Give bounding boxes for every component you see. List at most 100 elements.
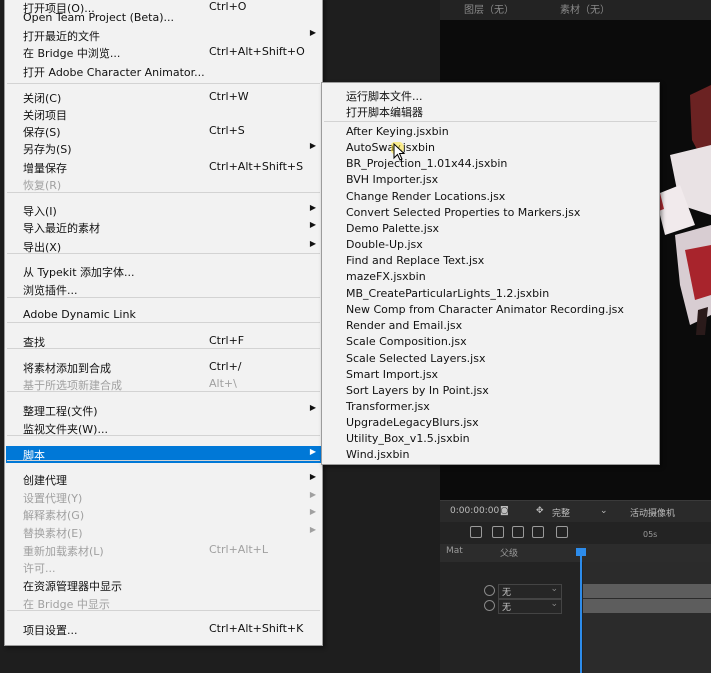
layer-duration-bar[interactable] bbox=[583, 599, 711, 613]
menu-item-导入-i[interactable]: 导入(I) ▶ bbox=[6, 202, 321, 219]
chevron-down-icon[interactable]: ⌄ bbox=[600, 506, 608, 516]
menu-item-label: Adobe Dynamic Link bbox=[23, 308, 136, 321]
script-item-after-keying-jsxbin[interactable]: After Keying.jsxbin bbox=[323, 124, 658, 140]
menu-item-重新加载素材-l[interactable]: 重新加载素材(L) Ctrl+Alt+L bbox=[6, 542, 321, 559]
menu-item-项目设置[interactable]: 项目设置... Ctrl+Alt+Shift+K bbox=[6, 621, 321, 638]
script-item-运行脚本文件[interactable]: 运行脚本文件... bbox=[323, 87, 658, 103]
menu-item-整理工程-文件[interactable]: 整理工程(文件) ▶ bbox=[6, 402, 321, 419]
comp-mini-flowchart-icon[interactable] bbox=[470, 526, 482, 538]
time-ruler[interactable]: 05s bbox=[583, 530, 711, 545]
submenu-arrow-icon: ▶ bbox=[309, 220, 316, 229]
script-item-label: Smart Import.jsx bbox=[346, 368, 439, 381]
menu-item-关闭-c[interactable]: 关闭(C) Ctrl+W bbox=[6, 89, 321, 106]
script-item-new-comp-from-character-animator-recording-jsx[interactable]: New Comp from Character Animator Recordi… bbox=[323, 302, 658, 318]
script-item-smart-import-jsx[interactable]: Smart Import.jsx bbox=[323, 367, 658, 383]
timeline-tracks[interactable] bbox=[583, 562, 711, 673]
script-item-bvh-importer-jsx[interactable]: BVH Importer.jsx bbox=[323, 172, 658, 188]
script-item-scale-composition-jsx[interactable]: Scale Composition.jsx bbox=[323, 334, 658, 350]
script-item-label: Sort Layers by In Point.jsx bbox=[346, 384, 489, 397]
menu-item-在资源管理器中显示[interactable]: 在资源管理器中显示 bbox=[6, 577, 321, 594]
column-trkmat: Mat bbox=[446, 546, 463, 556]
menu-item-恢复-r[interactable]: 恢复(R) bbox=[6, 176, 321, 193]
script-item-br-projection-1-01x44-jsxbin[interactable]: BR_Projection_1.01x44.jsxbin bbox=[323, 156, 658, 172]
parent-pickwhip-icon[interactable] bbox=[484, 600, 495, 611]
menu-separator bbox=[7, 297, 320, 298]
menu-item-许可[interactable]: 许可... bbox=[6, 559, 321, 576]
menu-item-从-typekit-添加字体[interactable]: 从 Typekit 添加字体... bbox=[6, 263, 321, 280]
menu-separator bbox=[324, 121, 657, 122]
frame-blending-icon[interactable] bbox=[532, 526, 544, 538]
script-item-double-up-jsx[interactable]: Double-Up.jsx bbox=[323, 237, 658, 253]
menu-item-label: Open Team Project (Beta)... bbox=[23, 11, 175, 24]
script-item-utility-box-v1-5-jsxbin[interactable]: Utility_Box_v1.5.jsxbin bbox=[323, 431, 658, 447]
script-item-wind-jsxbin[interactable]: Wind.jsxbin bbox=[323, 447, 658, 463]
menu-item-label: 另存为(S) bbox=[23, 143, 72, 156]
script-item-convert-selected-properties-to-markers-jsx[interactable]: Convert Selected Properties to Markers.j… bbox=[323, 205, 658, 221]
script-item-transformer-jsx[interactable]: Transformer.jsx bbox=[323, 399, 658, 415]
menu-item-label: 设置代理(Y) bbox=[23, 492, 83, 505]
script-item-change-render-locations-jsx[interactable]: Change Render Locations.jsx bbox=[323, 189, 658, 205]
menu-item-shortcut: Ctrl+/ bbox=[209, 360, 242, 373]
menu-item-打开最近的文件[interactable]: 打开最近的文件 ▶ bbox=[6, 27, 321, 44]
submenu-arrow-icon: ▶ bbox=[309, 141, 316, 150]
camera-dropdown[interactable]: 活动摄像机 bbox=[630, 506, 675, 519]
menu-item-label: 从 Typekit 添加字体... bbox=[23, 266, 135, 279]
draft-3d-icon[interactable] bbox=[492, 526, 504, 538]
script-item-sort-layers-by-in-point-jsx[interactable]: Sort Layers by In Point.jsx bbox=[323, 383, 658, 399]
color-channels-icon[interactable]: ✥ bbox=[536, 506, 544, 516]
menu-item-shortcut: Ctrl+Alt+L bbox=[209, 543, 269, 556]
menu-item-保存-s[interactable]: 保存(S) Ctrl+S bbox=[6, 123, 321, 140]
layer-row[interactable]: 无 ⌄ bbox=[440, 584, 580, 599]
script-item-label: Scale Composition.jsx bbox=[346, 335, 467, 348]
menu-item-浏览插件[interactable]: 浏览插件... bbox=[6, 281, 321, 298]
menu-item-另存为-s[interactable]: 另存为(S) ▶ bbox=[6, 140, 321, 157]
parent-pickwhip-icon[interactable] bbox=[484, 585, 495, 596]
script-item-scale-selected-layers-jsx[interactable]: Scale Selected Layers.jsx bbox=[323, 351, 658, 367]
panel-tabs-bar: 图层（无） 素材（无） bbox=[440, 0, 711, 20]
submenu-arrow-icon: ▶ bbox=[309, 403, 316, 412]
menu-item-打开-adobe-character-animator[interactable]: 打开 Adobe Character Animator... bbox=[6, 63, 321, 80]
script-item-label: 运行脚本文件... bbox=[346, 90, 423, 103]
script-item-autosway-jsxbin[interactable]: AutoSway.jsxbin bbox=[323, 140, 658, 156]
resolution-dropdown[interactable]: 完整 bbox=[552, 506, 570, 519]
script-item-label: Render and Email.jsx bbox=[346, 319, 463, 332]
menu-item-将素材添加到合成[interactable]: 将素材添加到合成 Ctrl+/ bbox=[6, 359, 321, 376]
script-item-find-and-replace-text-jsx[interactable]: Find and Replace Text.jsx bbox=[323, 253, 658, 269]
menu-item-创建代理[interactable]: 创建代理 ▶ bbox=[6, 471, 321, 488]
layer-duration-bar[interactable] bbox=[583, 584, 711, 598]
script-item-upgradelegacyblurs-jsx[interactable]: UpgradeLegacyBlurs.jsx bbox=[323, 415, 658, 431]
script-item-label: Transformer.jsx bbox=[346, 400, 430, 413]
file-menu: 打开项目(O)... Ctrl+O Open Team Project (Beta)… bbox=[4, 0, 323, 646]
script-item-demo-palette-jsx[interactable]: Demo Palette.jsx bbox=[323, 221, 658, 237]
graph-editor-icon[interactable] bbox=[556, 526, 568, 538]
submenu-arrow-icon: ▶ bbox=[309, 490, 316, 499]
layer-row[interactable]: 无 ⌄ bbox=[440, 599, 580, 614]
menu-item-label: 在资源管理器中显示 bbox=[23, 580, 122, 593]
menu-item-增量保存[interactable]: 增量保存 Ctrl+Alt+Shift+S bbox=[6, 159, 321, 176]
script-item-打开脚本编辑器[interactable]: 打开脚本编辑器 bbox=[323, 103, 658, 119]
parent-dropdown[interactable]: 无 ⌄ bbox=[498, 584, 562, 599]
script-item-mazefx-jsxbin[interactable]: mazeFX.jsxbin bbox=[323, 269, 658, 285]
footage-panel-tab[interactable]: 素材（无） bbox=[560, 1, 610, 16]
parent-dropdown[interactable]: 无 ⌄ bbox=[498, 599, 562, 614]
timecode-readout[interactable]: 0:00:00:00 bbox=[450, 506, 499, 516]
menu-item-label: 增量保存 bbox=[23, 162, 67, 175]
script-item-label: Wind.jsxbin bbox=[346, 448, 410, 461]
script-item-mb-createparticularlights-1-2-jsxbin[interactable]: MB_CreateParticularLights_1.2.jsxbin bbox=[323, 286, 658, 302]
ruler-tick-label: 05s bbox=[643, 530, 658, 539]
playhead-line[interactable] bbox=[580, 552, 582, 673]
layer-panel-tab[interactable]: 图层（无） bbox=[464, 1, 514, 16]
menu-item-label: 替换素材(E) bbox=[23, 527, 83, 540]
script-item-label: MB_CreateParticularLights_1.2.jsxbin bbox=[346, 287, 550, 300]
menu-item-open-team-project-beta[interactable]: Open Team Project (Beta)... bbox=[6, 10, 321, 27]
menu-item-在-bridge-中浏览[interactable]: 在 Bridge 中浏览... Ctrl+Alt+Shift+O bbox=[6, 44, 321, 61]
menu-item-设置代理-y[interactable]: 设置代理(Y) ▶ bbox=[6, 489, 321, 506]
shy-layers-icon[interactable] bbox=[512, 526, 524, 538]
menu-item-解释素材-g[interactable]: 解释素材(G) ▶ bbox=[6, 506, 321, 523]
menu-item-关闭项目[interactable]: 关闭项目 bbox=[6, 106, 321, 123]
menu-item-导入最近的素材[interactable]: 导入最近的素材 ▶ bbox=[6, 219, 321, 236]
menu-separator bbox=[7, 253, 320, 254]
script-item-render-and-email-jsx[interactable]: Render and Email.jsx bbox=[323, 318, 658, 334]
menu-item-替换素材-e[interactable]: 替换素材(E) ▶ bbox=[6, 524, 321, 541]
snapshot-icon[interactable]: ◙ bbox=[500, 506, 509, 516]
